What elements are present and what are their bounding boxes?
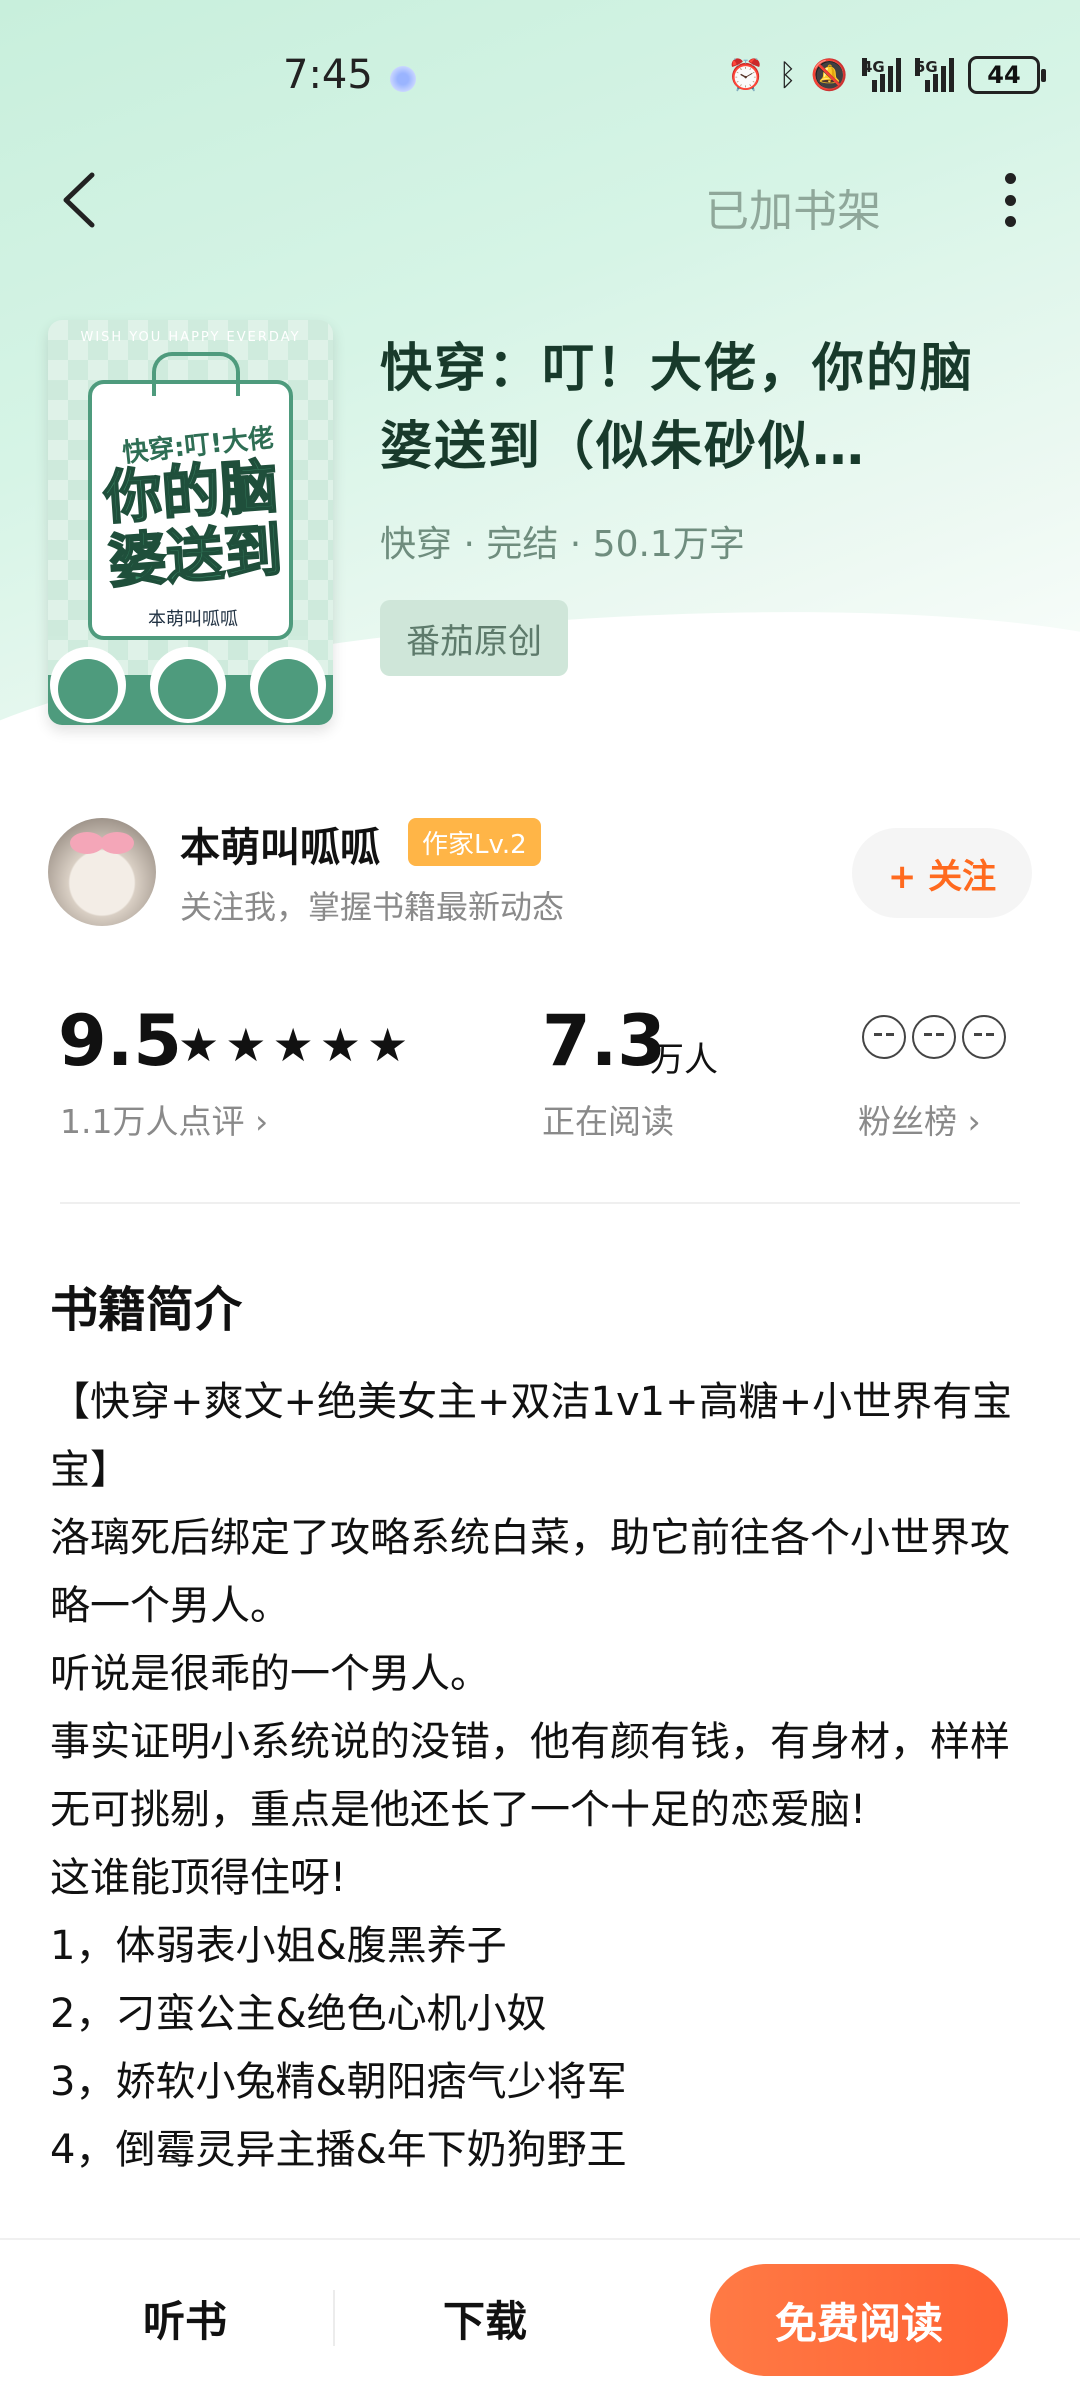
author-avatar[interactable] <box>48 818 156 926</box>
more-options-button[interactable] <box>985 165 1035 235</box>
network-label-5g: 5G <box>915 58 938 76</box>
book-title: 快穿：叮！大佬，你的脑婆送到（似朱砂似… <box>380 339 975 477</box>
author-description: 关注我，掌握书籍最新动态 <box>180 888 565 926</box>
bar-separator <box>333 2290 335 2346</box>
listen-button[interactable]: 听书 <box>90 2278 280 2358</box>
intro-line: 【快穿+爽文+绝美女主+双洁1v1+高糖+小世界有宝宝】 <box>50 1379 1013 1493</box>
fans-rank-link[interactable]: 粉丝榜 › <box>858 1095 981 1143</box>
status-time: 7:45 <box>283 52 373 98</box>
fan-avatar-icon <box>862 1015 906 1059</box>
fans-avatars[interactable] <box>862 1015 1006 1059</box>
book-cover[interactable]: WISH YOU HAPPY EVERDAY 快穿:叮!大佬 你的脑婆送到 本萌… <box>48 320 333 725</box>
intro-line: 2，刁蛮公主&绝色心机小奴 <box>50 1991 547 2037</box>
intro-line: 听说是很乖的一个男人。 <box>50 1651 490 1697</box>
status-icons: ⏰ ᛒ 🔕 4G 5G 44 <box>727 56 1046 94</box>
intro-line: 3，娇软小兔精&朝阳痞气少将军 <box>50 2059 627 2105</box>
intro-body[interactable]: 【快穿+爽文+绝美女主+双洁1v1+高糖+小世界有宝宝】 洛璃死后绑定了攻略系统… <box>50 1368 1040 2184</box>
avatar-ear <box>70 832 104 854</box>
bluetooth-icon: ᛒ <box>778 57 797 93</box>
shelf-status[interactable]: 已加书架 <box>705 175 881 239</box>
cover-top-text: WISH YOU HAPPY EVERDAY <box>80 330 301 345</box>
network-label-4g: 4G <box>862 58 885 76</box>
free-read-button[interactable]: 免费阅读 <box>710 2264 1008 2376</box>
author-name[interactable]: 本萌叫呱呱 <box>180 815 380 873</box>
reviews-link[interactable]: 1.1万人点评 › <box>60 1095 268 1143</box>
back-arrow-icon <box>63 172 95 228</box>
readers-label: 正在阅读 <box>542 1102 674 1141</box>
more-dot-icon <box>1004 173 1016 184</box>
battery-icon: 44 <box>968 56 1046 94</box>
intro-line: 洛璃死后绑定了攻略系统白菜，助它前往各个小世界攻略一个男人。 <box>50 1515 1010 1629</box>
readers-count: 7.3 <box>542 1000 667 1082</box>
cover-author: 本萌叫呱呱 <box>118 605 268 631</box>
cover-title: 你的脑婆送到 <box>101 451 286 597</box>
fan-avatar-icon <box>912 1015 956 1059</box>
hotspot-icon <box>390 66 416 92</box>
avatar-ear <box>100 832 134 854</box>
intro-title: 书籍简介 <box>50 1282 243 1338</box>
cover-wave-decoration <box>48 647 333 725</box>
follow-button[interactable]: + 关注 <box>852 828 1032 918</box>
author-level-badge: 作家Lv.2 <box>408 818 541 866</box>
more-dot-icon <box>1004 194 1016 206</box>
intro-line: 4，倒霉灵异主播&年下奶狗野王 <box>50 2127 627 2173</box>
alarm-icon: ⏰ <box>727 57 765 93</box>
rating-score: 9.5 <box>58 1000 183 1082</box>
download-button[interactable]: 下载 <box>385 2278 585 2358</box>
intro-line: 这谁能顶得住呀! <box>50 1855 347 1901</box>
divider <box>60 1202 1020 1204</box>
back-button[interactable] <box>50 165 110 235</box>
intro-line: 1，体弱表小姐&腹黑养子 <box>50 1923 507 1969</box>
book-tag[interactable]: 番茄原创 <box>380 600 568 676</box>
more-dot-icon <box>1004 216 1016 227</box>
intro-line: 事实证明小系统说的没错，他有颜有钱，有身材，样样无可挑剔，重点是他还长了一个十足… <box>50 1719 1010 1833</box>
signal-5g-icon: 5G <box>915 58 954 92</box>
signal-4g-icon: 4G <box>862 58 901 92</box>
readers-unit: 万人 <box>650 1040 718 1080</box>
rating-stars: ★★★★★ <box>178 1018 415 1072</box>
book-meta: 快穿 · 完结 · 50.1万字 <box>380 524 745 565</box>
fan-avatar-icon <box>962 1015 1006 1059</box>
status-bar: 7:45 ⏰ ᛒ 🔕 4G 5G 44 <box>0 0 1080 150</box>
mute-bell-icon: 🔕 <box>810 57 848 93</box>
bottom-action-bar: 听书 下载 免费阅读 <box>0 2238 1080 2400</box>
battery-level: 44 <box>987 61 1021 89</box>
